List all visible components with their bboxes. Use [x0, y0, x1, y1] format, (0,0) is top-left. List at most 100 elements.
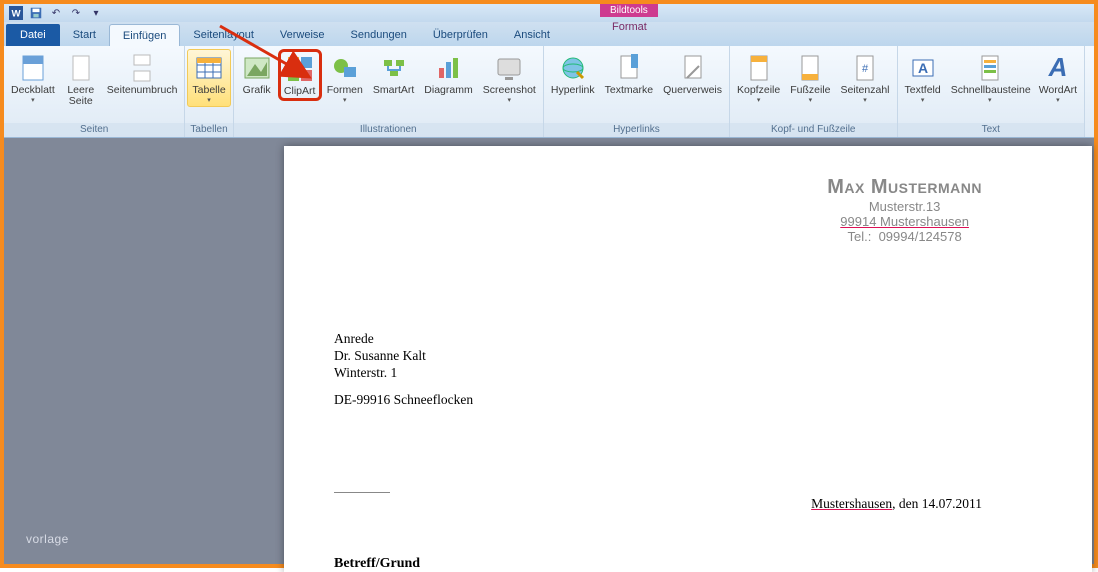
smartart-button[interactable]: SmartArt — [368, 49, 419, 99]
qat-dropdown-icon[interactable]: ▾ — [88, 5, 104, 21]
formen-label: Formen — [327, 85, 363, 96]
deckblatt-label: Deckblatt — [11, 85, 55, 96]
chevron-down-icon: ▾ — [1056, 96, 1060, 104]
hyperlink-icon — [557, 52, 589, 84]
seitenumbruch-label: Seitenumbruch — [107, 85, 178, 96]
formen-icon — [329, 52, 361, 84]
querverweis-icon — [677, 52, 709, 84]
grafik-icon — [241, 52, 273, 84]
textmarke-button[interactable]: Textmarke — [600, 49, 658, 99]
kopfzeile-button[interactable]: Kopfzeile▾ — [732, 49, 785, 107]
wordart-icon: A — [1042, 52, 1074, 84]
diagramm-icon — [433, 52, 465, 84]
sender-city: 99914 Mustershausen — [827, 214, 982, 229]
svg-text:W: W — [11, 9, 21, 20]
textfeld-button[interactable]: A Textfeld▾ — [900, 49, 946, 107]
tab-verweise[interactable]: Verweise — [267, 24, 338, 46]
kopfzeile-icon — [743, 52, 775, 84]
svg-text:A: A — [1047, 52, 1067, 82]
tabelle-label: Tabelle — [192, 85, 225, 96]
fusszeile-button[interactable]: Fußzeile▾ — [785, 49, 835, 107]
sender-tel: Tel.: 09994/124578 — [827, 229, 982, 244]
watermark: vorlage — [26, 532, 69, 546]
querverweis-label: Querverweis — [663, 85, 722, 96]
svg-text:#: # — [862, 63, 869, 75]
group-label-text: Text — [898, 123, 1085, 137]
wordart-label: WordArt — [1039, 85, 1077, 96]
file-tab[interactable]: Datei — [6, 24, 60, 46]
leere-seite-button[interactable]: LeereSeite — [60, 49, 102, 110]
place-date: Mustershausen, den 14.07.2011 — [811, 496, 982, 512]
title-bar: W ↶ ↷ ▾ — [4, 4, 1094, 22]
leere-seite-icon — [65, 52, 97, 84]
recipient-salutation: Anrede — [334, 331, 473, 348]
svg-text:A: A — [918, 60, 928, 76]
textfeld-label: Textfeld — [905, 85, 941, 96]
hyperlink-button[interactable]: Hyperlink — [546, 49, 600, 99]
tabelle-button[interactable]: Tabelle▾ — [187, 49, 230, 107]
clipart-button[interactable]: ClipArt — [278, 49, 322, 101]
schnellbausteine-label: Schnellbausteine — [951, 85, 1029, 96]
page[interactable]: Max Mustermann Musterstr.13 99914 Muster… — [284, 146, 1092, 572]
chevron-down-icon: ▾ — [809, 96, 813, 104]
clipart-label: ClipArt — [284, 86, 316, 97]
chevron-down-icon: ▾ — [988, 96, 992, 104]
deckblatt-button[interactable]: Deckblatt▾ — [6, 49, 60, 107]
querverweis-button[interactable]: Querverweis — [658, 49, 727, 99]
tab-sendungen[interactable]: Sendungen — [338, 24, 420, 46]
word-icon: W — [8, 5, 24, 21]
diagramm-label: Diagramm — [424, 85, 472, 96]
redo-icon[interactable]: ↷ — [68, 5, 84, 21]
tab-seitenlayout[interactable]: Seitenlayout — [180, 24, 267, 46]
undo-icon[interactable]: ↶ — [48, 5, 64, 21]
grafik-button[interactable]: Grafik — [236, 49, 278, 99]
formen-button[interactable]: Formen▾ — [322, 49, 368, 107]
group-label-kopf-fuss: Kopf- und Fußzeile — [730, 123, 897, 137]
seitenzahl-button[interactable]: # Seitenzahl▾ — [835, 49, 894, 107]
tab-ansicht[interactable]: Ansicht — [501, 24, 563, 46]
chevron-down-icon: ▾ — [863, 96, 867, 104]
seitenzahl-label: Seitenzahl — [840, 85, 889, 96]
fusszeile-icon — [794, 52, 826, 84]
hyperlink-label: Hyperlink — [551, 85, 595, 96]
smartart-icon — [378, 52, 410, 84]
tab-start[interactable]: Start — [60, 24, 109, 46]
diagramm-button[interactable]: Diagramm — [419, 49, 477, 99]
tab-überprüfen[interactable]: Überprüfen — [420, 24, 501, 46]
clipart-icon — [284, 53, 316, 85]
contextual-tab-format[interactable]: Format — [600, 17, 659, 37]
chevron-down-icon: ▾ — [757, 96, 761, 104]
textmarke-icon — [613, 52, 645, 84]
ribbon-tabs: Datei StartEinfügenSeitenlayoutVerweiseS… — [4, 22, 1094, 46]
schnellbausteine-button[interactable]: Schnellbausteine▾ — [946, 49, 1034, 107]
grafik-label: Grafik — [243, 85, 271, 96]
textmarke-label: Textmarke — [605, 85, 653, 96]
schnellbausteine-icon — [974, 52, 1006, 84]
wordart-button[interactable]: A WordArt▾ — [1034, 49, 1082, 107]
group-label-illustrationen: Illustrationen — [234, 123, 543, 137]
kopfzeile-label: Kopfzeile — [737, 85, 780, 96]
seitenumbruch-button[interactable]: Seitenumbruch — [102, 49, 183, 99]
group-label-seiten: Seiten — [4, 123, 184, 137]
tab-einfügen[interactable]: Einfügen — [109, 24, 180, 46]
seitenumbruch-icon — [126, 52, 158, 84]
subject-line: Betreff/Grund — [334, 556, 420, 572]
screenshot-icon — [493, 52, 525, 84]
contextual-group-label: Bildtools — [600, 4, 658, 17]
chevron-down-icon: ▾ — [921, 96, 925, 104]
fold-mark — [334, 492, 390, 493]
fusszeile-label: Fußzeile — [790, 85, 830, 96]
recipient-city: DE-99916 Schneeflocken — [334, 392, 473, 409]
recipient-block: Anrede Dr. Susanne Kalt Winterstr. 1 DE-… — [334, 331, 473, 409]
chevron-down-icon: ▾ — [31, 96, 35, 104]
document-area: vorlage Max Mustermann Musterstr.13 9991… — [4, 138, 1094, 564]
chevron-down-icon: ▾ — [207, 96, 211, 104]
textfeld-icon: A — [907, 52, 939, 84]
seitenzahl-icon: # — [849, 52, 881, 84]
screenshot-label: Screenshot — [483, 85, 536, 96]
save-icon[interactable] — [28, 5, 44, 21]
sender-name: Max Mustermann — [827, 176, 982, 199]
deckblatt-icon — [17, 52, 49, 84]
screenshot-button[interactable]: Screenshot▾ — [478, 49, 541, 107]
tabelle-icon — [193, 52, 225, 84]
